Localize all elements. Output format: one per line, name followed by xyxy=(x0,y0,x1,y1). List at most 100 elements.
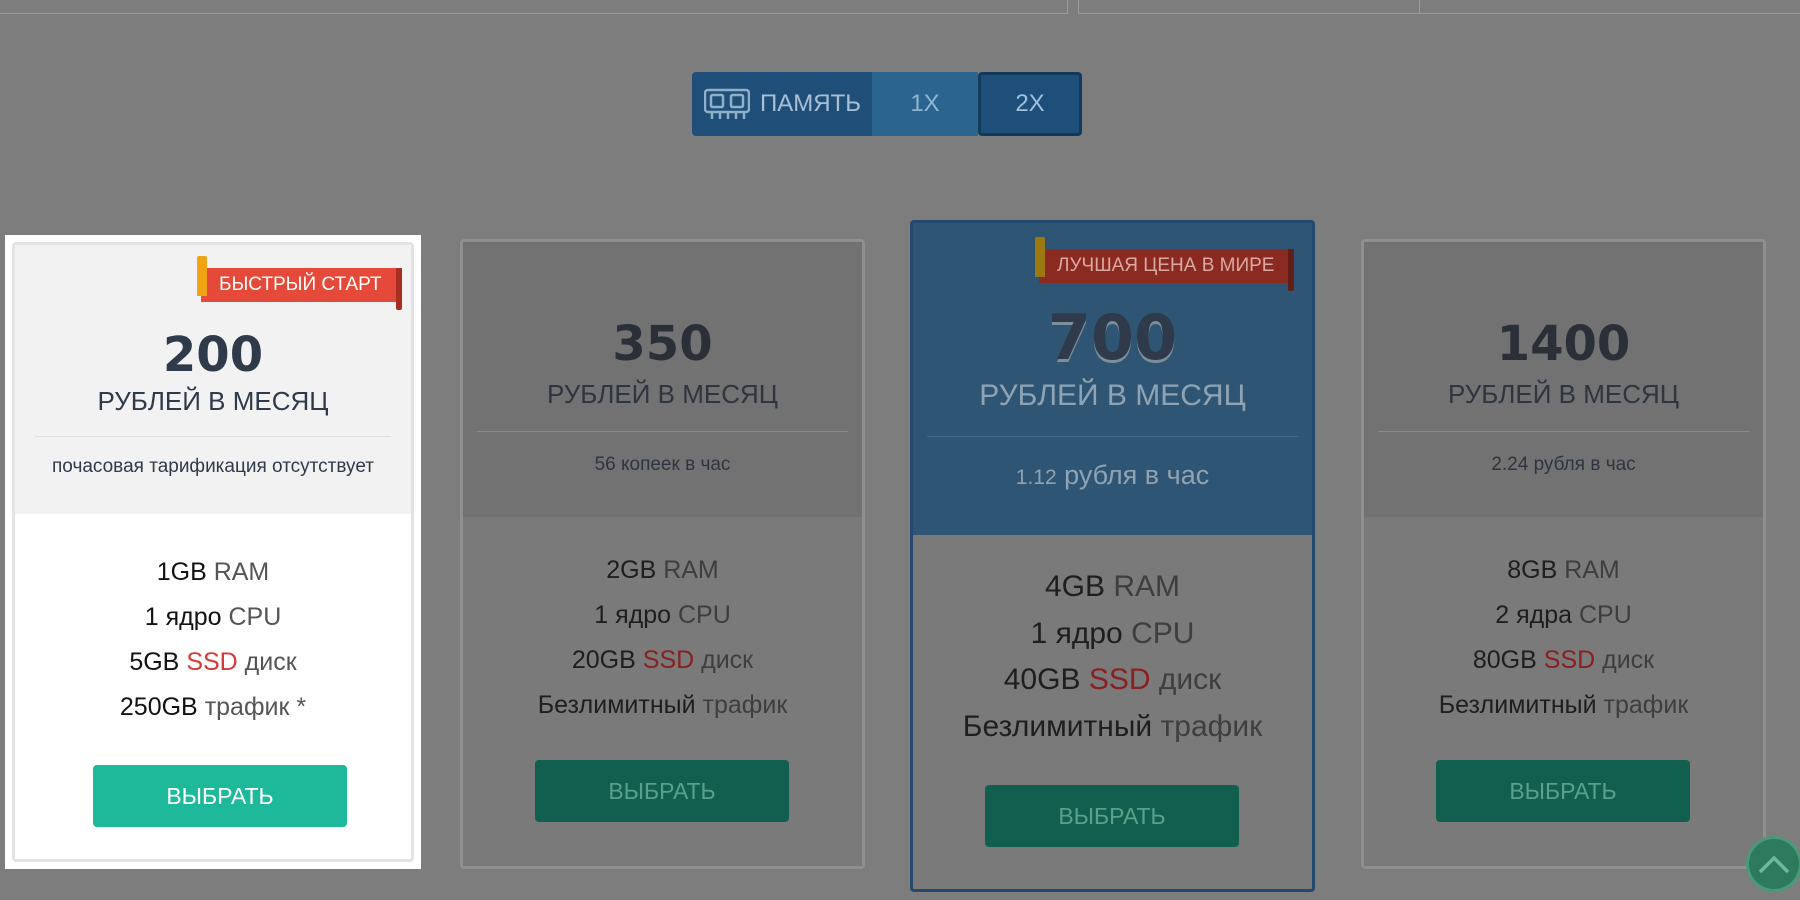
plan-price-unit: РУБЛЕЙ В МЕСЯЦ xyxy=(979,379,1246,412)
plan-card-700: 700 РУБЛЕЙ В МЕСЯЦ 1.12 рубля в час 4GB … xyxy=(910,220,1315,892)
feature-label: RAM xyxy=(213,558,270,586)
feature-value: 1GB xyxy=(156,558,207,586)
plan-feature-ram: 8GB RAM xyxy=(1364,556,1763,585)
memory-option-2x[interactable]: 2X xyxy=(978,72,1082,136)
feature-label: CPU xyxy=(677,601,731,629)
plan-price: 700 xyxy=(1047,301,1178,374)
feature-value: 250GB xyxy=(119,693,198,721)
ribbon-flag xyxy=(197,256,207,296)
chevron-up-icon xyxy=(1758,855,1790,874)
plan-feature-cpu: 2 ядра CPU xyxy=(1364,601,1763,630)
ribbon-tail xyxy=(395,268,402,310)
plan-hourly-rate: 2.24 рубля в час xyxy=(1491,454,1636,475)
plan-card-header: 1400 РУБЛЕЙ В МЕСЯЦ 2.24 рубля в час xyxy=(1364,242,1763,517)
feature-label: CPU xyxy=(228,603,282,631)
plan-card-header: 350 РУБЛЕЙ В МЕСЯЦ 56 копеек в час xyxy=(463,242,862,517)
select-plan-button[interactable]: ВЫБРАТЬ xyxy=(535,760,789,822)
ribbon-text: БЫСТРЫЙ СТАРТ xyxy=(219,274,382,295)
ribbon-text: ЛУЧШАЯ ЦЕНА В МИРЕ xyxy=(1057,255,1275,276)
plan-feature-disk: 5GB SSD диск xyxy=(15,648,411,677)
plan-card-200: 200 РУБЛЕЙ В МЕСЯЦ почасовая тарификация… xyxy=(5,235,421,869)
select-plan-button[interactable]: ВЫБРАТЬ xyxy=(93,765,347,827)
feature-value: 1 ядро xyxy=(594,601,672,629)
divider xyxy=(35,436,391,437)
feature-label: CPU xyxy=(1131,617,1195,650)
plan-feature-cpu: 1 ядро CPU xyxy=(15,603,411,632)
feature-label: диск xyxy=(244,648,297,676)
feature-value: 20GB xyxy=(571,646,636,674)
memory-label: ПАМЯТЬ xyxy=(692,72,872,136)
feature-ssd-label: SSD xyxy=(642,646,695,674)
feature-value: 80GB xyxy=(1472,646,1537,674)
divider xyxy=(477,431,848,432)
plan-hourly-rate: 1.12 рубля в час xyxy=(913,460,1312,491)
plan-feature-traffic: Безлимитный трафик xyxy=(1364,691,1763,720)
feature-label: трафик xyxy=(1160,710,1263,743)
plan-price-unit: РУБЛЕЙ В МЕСЯЦ xyxy=(97,386,329,416)
plan-price-unit: РУБЛЕЙ В МЕСЯЦ xyxy=(546,379,779,409)
feature-value: 5GB xyxy=(129,648,180,676)
plan-price: 350 xyxy=(612,316,713,372)
divider xyxy=(1378,431,1749,432)
plan-card-1400: 1400 РУБЛЕЙ В МЕСЯЦ 2.24 рубля в час 8GB… xyxy=(1361,239,1766,869)
plan-feature-ram: 2GB RAM xyxy=(463,556,862,585)
feature-value: 8GB xyxy=(1507,556,1558,584)
plan-feature-ram: 1GB RAM xyxy=(15,558,411,587)
feature-value: Безлимитный xyxy=(537,691,696,719)
plan-feature-cpu: 1 ядро CPU xyxy=(913,617,1312,651)
feature-label: диск xyxy=(701,646,754,674)
select-plan-button[interactable]: ВЫБРАТЬ xyxy=(1436,760,1690,822)
feature-value: 40GB xyxy=(1003,663,1081,696)
feature-label: диск xyxy=(1158,663,1222,696)
hourly-rate-number: 1.12 xyxy=(1015,466,1057,489)
feature-label: RAM xyxy=(663,556,719,584)
plan-feature-disk: 40GB SSD диск xyxy=(913,663,1312,697)
plan-ribbon: ЛУЧШАЯ ЦЕНА В МИРЕ xyxy=(1035,237,1295,291)
plan-feature-cpu: 1 ядро CPU xyxy=(463,601,862,630)
ram-chip-icon xyxy=(704,88,750,119)
plan-price: 200 xyxy=(162,327,264,383)
plan-card-350: 350 РУБЛЕЙ В МЕСЯЦ 56 копеек в час 2GB R… xyxy=(460,239,865,869)
plan-price: 1400 xyxy=(1496,316,1631,372)
feature-label: RAM xyxy=(1113,570,1181,603)
top-bar xyxy=(0,0,1800,14)
memory-option-1x[interactable]: 1X xyxy=(872,72,978,136)
plan-ribbon: БЫСТРЫЙ СТАРТ xyxy=(197,256,402,310)
feature-label: диск xyxy=(1602,646,1655,674)
feature-value: Безлимитный xyxy=(962,710,1153,743)
plan-price-unit: РУБЛЕЙ В МЕСЯЦ xyxy=(1447,379,1680,409)
feature-value: 1 ядро xyxy=(1030,617,1123,650)
plan-hourly-rate: почасовая тарификация отсутствует xyxy=(52,456,374,477)
feature-ssd-label: SSD xyxy=(1543,646,1596,674)
top-bar-segment xyxy=(1078,0,1420,14)
feature-ssd-label: SSD xyxy=(186,648,238,676)
feature-value: 2GB xyxy=(606,556,657,584)
top-bar-segment xyxy=(1420,0,1800,14)
plan-feature-ram: 4GB RAM xyxy=(913,570,1312,604)
memory-toggle: ПАМЯТЬ 1X 2X xyxy=(692,72,1082,136)
plan-feature-traffic: 250GB трафик * xyxy=(15,693,411,722)
divider xyxy=(927,436,1298,437)
feature-value: Безлимитный xyxy=(1438,691,1597,719)
feature-label: трафик * xyxy=(204,693,307,721)
feature-label: трафик xyxy=(1603,691,1689,719)
plan-feature-traffic: Безлимитный трафик xyxy=(913,710,1312,744)
feature-label: CPU xyxy=(1578,601,1632,629)
plan-feature-disk: 80GB SSD диск xyxy=(1364,646,1763,675)
plan-card-frame: 200 РУБЛЕЙ В МЕСЯЦ почасовая тарификация… xyxy=(12,242,414,862)
feature-value: 1 ядро xyxy=(144,603,222,631)
feature-value: 2 ядра xyxy=(1495,601,1573,629)
select-plan-button[interactable]: ВЫБРАТЬ xyxy=(985,785,1239,847)
feature-label: трафик xyxy=(702,691,788,719)
plan-feature-traffic: Безлимитный трафик xyxy=(463,691,862,720)
memory-label-text: ПАМЯТЬ xyxy=(760,90,861,117)
ribbon-tail xyxy=(1288,249,1295,291)
scroll-to-top-button[interactable] xyxy=(1746,836,1800,892)
feature-label: RAM xyxy=(1564,556,1620,584)
plan-hourly-rate: 56 копеек в час xyxy=(594,454,731,475)
plan-feature-disk: 20GB SSD диск xyxy=(463,646,862,675)
ribbon-flag xyxy=(1035,237,1045,277)
top-bar-segment xyxy=(0,0,1068,14)
hourly-rate-text: рубля в час xyxy=(1064,460,1210,490)
feature-value: 4GB xyxy=(1044,570,1105,603)
